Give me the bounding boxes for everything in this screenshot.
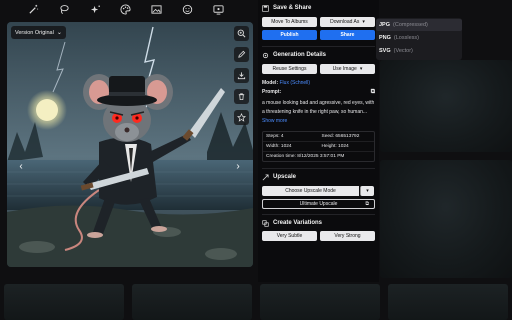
- trash-icon[interactable]: [234, 89, 249, 104]
- edit-icon[interactable]: [234, 47, 249, 62]
- format-name: JPG: [379, 22, 391, 28]
- upscale-icon: [262, 173, 269, 180]
- sparkles-icon[interactable]: [89, 3, 101, 15]
- palette-icon[interactable]: [120, 3, 132, 15]
- reuse-settings-button[interactable]: Reuse Settings: [262, 64, 317, 74]
- creation-time: Creation time: 8/12/2025 3:57:01 PM: [266, 154, 345, 159]
- generation-stats: Steps: 4 Seed: 656513792 Width: 1024 Hei…: [262, 131, 375, 162]
- upscale-mode-select[interactable]: Choose Upscale Mode: [262, 186, 359, 196]
- zoom-icon[interactable]: [234, 26, 249, 41]
- generated-image-mouse-with-knife: [7, 22, 253, 267]
- variations-header: Create Variations: [262, 218, 375, 228]
- format-name: PNG: [379, 35, 391, 41]
- format-option-svg[interactable]: SVG (Vector): [376, 45, 462, 57]
- model-row: Model: Flux (Schnell): [262, 80, 375, 86]
- download-format-menu: JPG (Compressed) PNG (Lossless) SVG (Vec…: [376, 18, 462, 60]
- gallery-thumb: [388, 284, 508, 320]
- save-share-header: Save & Share: [262, 3, 375, 13]
- save-icon: [262, 4, 269, 12]
- use-image-label: Use Image: [332, 66, 357, 72]
- show-more-link[interactable]: Show more: [262, 118, 287, 124]
- emoji-icon[interactable]: [182, 3, 194, 15]
- prompt-key: Prompt:: [262, 89, 282, 95]
- publish-button[interactable]: Publish: [262, 30, 317, 40]
- prompt-text-block: a mouse looking bad and agressive, red e…: [262, 99, 375, 126]
- chevron-down-icon: ▾: [359, 66, 363, 72]
- use-image-button[interactable]: Use Image ▾: [320, 64, 375, 74]
- upscale-title: Upscale: [273, 174, 297, 180]
- prompt-row: Prompt: ⧉: [262, 89, 375, 96]
- variations-title: Create Variations: [273, 220, 323, 226]
- download-as-button[interactable]: Download As ▾: [320, 17, 375, 27]
- variations-icon: [262, 219, 269, 227]
- height-value: Height: 1024: [318, 142, 374, 152]
- format-desc: (Lossless): [393, 35, 419, 41]
- move-to-albums-button[interactable]: Move To Albums: [262, 17, 317, 27]
- format-name: SVG: [379, 48, 391, 54]
- lasso-icon[interactable]: [58, 3, 70, 15]
- seed-value: Seed: 656513792: [318, 132, 374, 142]
- gallery-thumb: [260, 284, 380, 320]
- version-selector[interactable]: Version Original ⌄: [11, 26, 66, 39]
- star-icon[interactable]: [234, 110, 249, 125]
- generation-details-title: Generation Details: [273, 52, 327, 58]
- image-icon[interactable]: [151, 3, 163, 15]
- app-root: Version Original ⌄ ‹ › Save & Share Move…: [0, 0, 512, 320]
- previous-image-button[interactable]: ‹: [16, 159, 26, 173]
- generation-details-header: Generation Details: [262, 50, 375, 60]
- model-key: Model:: [262, 80, 279, 86]
- gallery-thumb: [132, 284, 252, 320]
- chevron-down-icon: ▾: [362, 19, 365, 25]
- upscale-header: Upscale: [262, 172, 375, 182]
- width-value: Width: 1024: [263, 142, 319, 152]
- prompt-text: a mouse looking bad and agressive, red e…: [262, 100, 375, 115]
- next-image-button[interactable]: ›: [233, 159, 243, 173]
- download-as-label: Download As: [330, 19, 360, 25]
- external-link-icon: ⧉: [365, 201, 369, 207]
- format-desc: (Vector): [393, 48, 413, 54]
- ultimate-upscale-button[interactable]: Ultimate Upscale ⧉: [262, 199, 375, 209]
- settings-icon: [262, 52, 269, 58]
- format-desc: (Compressed): [393, 22, 428, 28]
- magic-wand-icon[interactable]: [27, 3, 39, 15]
- section-divider: [262, 46, 375, 47]
- model-value[interactable]: Flux (Schnell): [280, 80, 311, 86]
- download-icon[interactable]: [234, 68, 249, 83]
- share-button[interactable]: Share: [320, 30, 375, 40]
- ultimate-upscale-label: Ultimate Upscale: [299, 201, 338, 207]
- thumbnail-strip: [0, 282, 512, 320]
- gallery-thumb: [380, 60, 512, 152]
- version-label: Version Original: [15, 29, 54, 36]
- gallery-thumb: [380, 160, 512, 278]
- top-toolbar: [0, 0, 252, 18]
- monitor-icon[interactable]: [212, 3, 224, 15]
- viewer-side-tools: [234, 26, 250, 125]
- section-divider: [262, 168, 375, 169]
- very-subtle-button[interactable]: Very Subtle: [262, 231, 317, 241]
- steps-value: Steps: 4: [263, 132, 319, 142]
- format-option-png[interactable]: PNG (Lossless): [376, 32, 462, 44]
- very-strong-button[interactable]: Very Strong: [320, 231, 375, 241]
- copy-icon[interactable]: ⧉: [371, 89, 375, 96]
- details-panel: Save & Share Move To Albums Download As …: [258, 0, 379, 282]
- section-divider: [262, 214, 375, 215]
- image-viewer[interactable]: Version Original ⌄ ‹ ›: [7, 22, 253, 267]
- gallery-thumb: [4, 284, 124, 320]
- save-share-title: Save & Share: [273, 5, 312, 11]
- chevron-down-icon: ⌄: [56, 30, 62, 36]
- chevron-down-icon[interactable]: ▾: [360, 186, 374, 196]
- format-option-jpg[interactable]: JPG (Compressed): [376, 19, 462, 31]
